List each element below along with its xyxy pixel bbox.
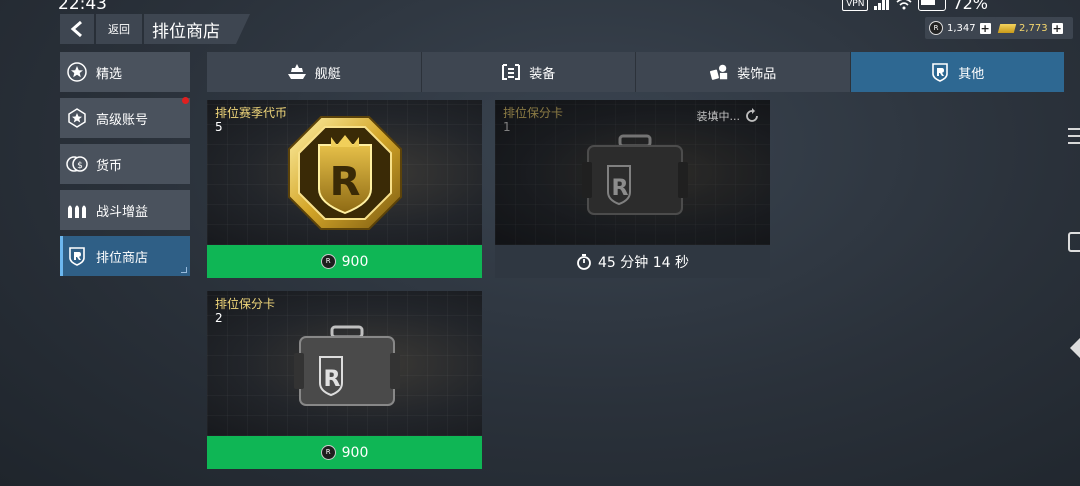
- refresh-icon: [746, 108, 758, 122]
- rank-shield-icon: [66, 245, 88, 267]
- sidebar-item-label: 高级账号: [96, 112, 149, 128]
- shop-card-rank-protection-2[interactable]: 排位保分卡 2 R R 900: [207, 291, 482, 469]
- category-tabs: 舰艇 装备 装饰品 其他: [207, 52, 1064, 92]
- battery-icon: [918, 0, 947, 11]
- sidebar-item-rank-shop[interactable]: 排位商店: [60, 236, 190, 276]
- rank-coin-value: 1,347: [947, 22, 976, 34]
- menu-icon[interactable]: [1068, 128, 1080, 144]
- sidebar-item-currency[interactable]: $ 货币: [60, 144, 190, 184]
- gold-bar-icon: [997, 23, 1017, 33]
- rank-coin-icon: R: [320, 445, 336, 460]
- loading-label: 装填中...: [696, 110, 741, 123]
- sidebar-item-label: 货币: [96, 158, 123, 174]
- rank-coin-icon: R: [929, 21, 943, 35]
- shop-card-season-token[interactable]: 排位赛季代币 5 R R 900: [207, 100, 482, 278]
- buy-button[interactable]: R 900: [207, 436, 482, 469]
- status-icons: VPN 72%: [842, 0, 988, 13]
- card-image: 排位保分卡 2 R: [207, 291, 482, 436]
- sidebar-item-label: 战斗增益: [96, 204, 149, 220]
- rank-coin-balance[interactable]: R 1,347 +: [925, 17, 1001, 39]
- decor-icon: [709, 62, 729, 82]
- card-quantity: 5: [215, 120, 223, 134]
- battery-percent: 72%: [952, 0, 988, 13]
- chevron-left-icon: [70, 20, 82, 38]
- rank-token-emblem-icon: R: [288, 116, 402, 230]
- card-title: 排位保分卡: [503, 106, 564, 120]
- add-gold-button[interactable]: +: [1051, 22, 1063, 34]
- back-nav-icon[interactable]: [1070, 338, 1080, 358]
- sidebar-item-label: 精选: [96, 66, 123, 82]
- back-label-button[interactable]: 返回: [96, 14, 142, 44]
- sidebar-item-combat-boost[interactable]: 战斗增益: [60, 190, 190, 230]
- price-value: 900: [341, 444, 369, 461]
- buy-button[interactable]: R 900: [207, 245, 482, 278]
- case-icon: R: [294, 325, 400, 406]
- status-bar: 22:43 VPN 72%: [0, 0, 1080, 14]
- card-quantity: 2: [215, 311, 223, 325]
- tab-equipment[interactable]: 装备: [421, 52, 636, 92]
- tab-label: 舰艇: [314, 66, 341, 82]
- tab-decorations[interactable]: 装饰品: [636, 52, 851, 92]
- tab-label: 装饰品: [737, 66, 777, 82]
- card-title: 排位赛季代币: [215, 106, 288, 120]
- gold-value: 2,773: [1019, 22, 1048, 34]
- price-value: 900: [341, 253, 369, 270]
- ship-icon: [287, 62, 307, 82]
- timer-text: 45 分钟 14 秒: [598, 254, 689, 271]
- back-button[interactable]: [60, 14, 94, 44]
- loading-status: 装填中...: [697, 108, 761, 124]
- emblem-letter: R: [324, 367, 341, 392]
- home-icon[interactable]: [1068, 232, 1080, 252]
- emblem-letter: R: [330, 159, 361, 205]
- card-title: 排位保分卡: [215, 297, 276, 311]
- premium-star-icon: [66, 107, 88, 129]
- signal-icon: [874, 0, 890, 10]
- tab-label: 其他: [958, 66, 985, 82]
- add-rank-coin-button[interactable]: +: [979, 22, 991, 34]
- vpn-icon: VPN: [842, 0, 869, 11]
- card-image: 排位保分卡 1 装填中... R: [495, 100, 770, 245]
- card-quantity: 1: [503, 120, 511, 134]
- tab-ships[interactable]: 舰艇: [207, 52, 422, 92]
- cooldown-timer: 45 分钟 14 秒: [495, 245, 770, 278]
- tab-other[interactable]: 其他: [850, 52, 1064, 92]
- stopwatch-icon: [577, 253, 591, 270]
- clock: 22:43: [58, 0, 107, 14]
- rank-shield-icon: [930, 62, 950, 82]
- equipment-icon: [501, 62, 521, 82]
- card-image: 排位赛季代币 5 R: [207, 100, 482, 245]
- top-header: 返回 排位商店: [60, 14, 250, 44]
- star-badge-icon: [66, 61, 88, 83]
- ammo-icon: [66, 199, 88, 221]
- sidebar-item-label: 排位商店: [96, 250, 149, 266]
- tab-label: 装备: [529, 66, 556, 82]
- shop-card-rank-protection-1[interactable]: 排位保分卡 1 装填中... R 45 分钟 14 秒: [495, 100, 770, 278]
- coins-icon: $: [66, 153, 88, 175]
- wifi-icon: [896, 0, 912, 9]
- svg-text:$: $: [77, 161, 83, 171]
- emblem-letter: R: [612, 176, 629, 201]
- sidebar-item-featured[interactable]: 精选: [60, 52, 190, 92]
- gold-balance[interactable]: 2,773 +: [995, 17, 1073, 39]
- sidebar-item-premium[interactable]: 高级账号: [60, 97, 190, 138]
- case-icon: R: [582, 134, 688, 215]
- sidebar: 精选 高级账号 $ 货币 战斗增益 排位商店: [60, 52, 190, 282]
- notification-dot: [182, 97, 189, 104]
- page-title: 排位商店: [144, 14, 250, 44]
- rank-coin-icon: R: [320, 254, 336, 269]
